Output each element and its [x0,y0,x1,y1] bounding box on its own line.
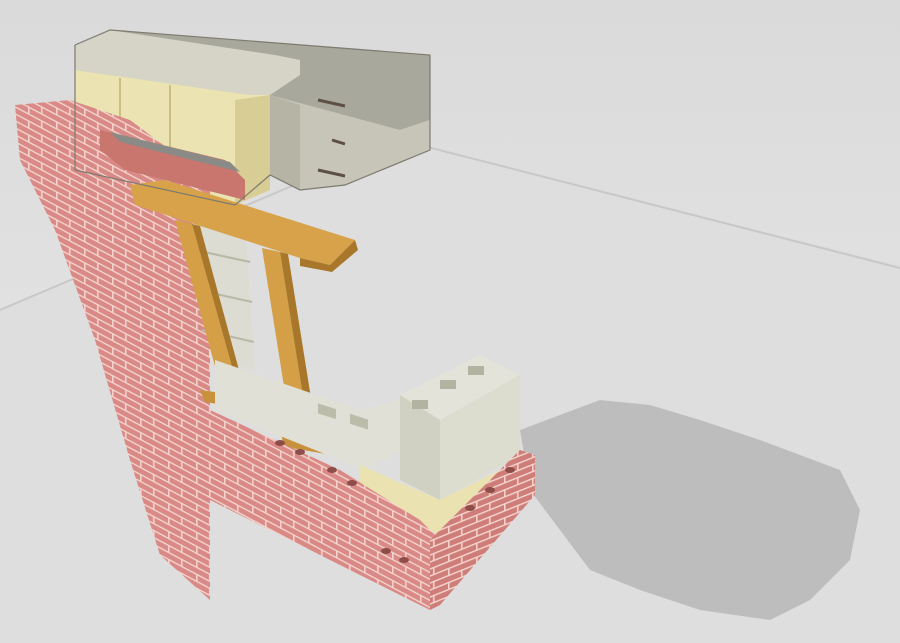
brick-core [347,480,357,486]
scene-svg [0,0,900,643]
concrete-slab-face [270,95,300,190]
brick-core [465,505,475,511]
wall-section-render [0,0,900,643]
brick-core [275,440,285,446]
brick-core [505,467,515,473]
brick-core [485,487,495,493]
brick-core [399,557,409,563]
cmu-cell [468,366,484,375]
cmu-cell [412,400,428,409]
brick-core [327,467,337,473]
brick-core [381,548,391,554]
brick-core [295,449,305,455]
cmu-cell [440,380,456,389]
